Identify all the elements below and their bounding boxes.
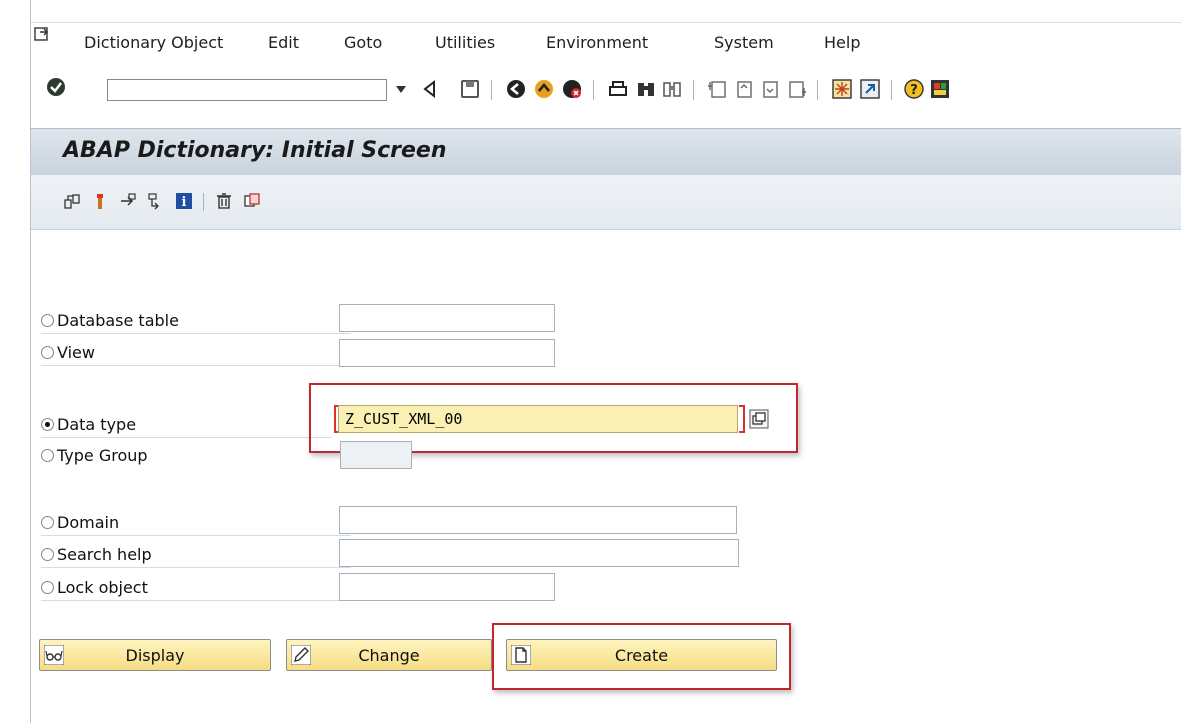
last-page-icon[interactable] (785, 78, 807, 100)
print-icon[interactable] (607, 78, 629, 100)
menu-utilities[interactable]: Utilities (435, 33, 495, 52)
toolbar-separator (891, 80, 892, 100)
page-title: ABAP Dictionary: Initial Screen (63, 138, 447, 163)
radio-database-table[interactable] (41, 313, 54, 327)
label-type-group: Type Group (57, 445, 148, 465)
menu-environment[interactable]: Environment (546, 33, 648, 52)
change-button-label: Change (358, 646, 420, 665)
search-help-field[interactable] (339, 539, 739, 567)
option-database-table[interactable]: Database table (41, 309, 179, 331)
label-data-type: Data type (57, 414, 137, 434)
application-toolbar: i (31, 175, 1181, 230)
option-data-type[interactable]: Data type (41, 413, 136, 435)
toolbar-separator (491, 80, 492, 100)
command-dropdown-icon[interactable] (396, 86, 406, 93)
other-object-icon[interactable] (63, 192, 81, 210)
database-table-field[interactable] (339, 304, 555, 332)
display-button-label: Display (125, 646, 185, 665)
divider (41, 333, 351, 334)
domain-field[interactable] (339, 506, 737, 534)
type-group-field[interactable] (340, 441, 412, 469)
divider (41, 437, 331, 438)
label-view: View (57, 342, 95, 362)
label-search-help: Search help (57, 544, 152, 564)
menu-bar: Dictionary Object Edit Goto Utilities En… (31, 22, 1181, 55)
next-page-icon[interactable] (759, 78, 781, 100)
label-domain: Domain (57, 512, 120, 532)
toolbar-separator (593, 80, 594, 100)
view-field[interactable] (339, 339, 555, 367)
radio-view[interactable] (41, 345, 54, 359)
exit-icon[interactable] (533, 78, 555, 100)
radio-search-help[interactable] (41, 547, 54, 561)
create-highlight-box (492, 623, 791, 690)
option-type-group[interactable]: Type Group (41, 444, 148, 466)
option-search-help[interactable]: Search help (41, 543, 152, 565)
create-session-icon[interactable] (831, 78, 853, 100)
back-arrow-icon[interactable] (419, 78, 441, 100)
change-button[interactable]: Change (286, 639, 492, 671)
toolbar-separator (693, 80, 694, 100)
delete-icon[interactable] (215, 192, 233, 210)
title-bar: ABAP Dictionary: Initial Screen (31, 128, 1181, 176)
svg-text:i: i (182, 195, 187, 210)
layout-icon[interactable] (929, 78, 951, 100)
back-icon[interactable] (505, 78, 527, 100)
menu-help[interactable]: Help (824, 33, 860, 52)
enter-icon[interactable] (45, 76, 67, 98)
toolbar-separator (203, 193, 204, 211)
activate-icon[interactable] (119, 192, 137, 210)
standard-toolbar: ? (31, 58, 1181, 116)
shortcut-icon[interactable] (859, 78, 881, 100)
divider (41, 567, 351, 568)
copy-icon[interactable] (243, 192, 261, 210)
system-menu-icon[interactable] (33, 26, 51, 44)
find-next-icon[interactable] (661, 78, 683, 100)
command-field[interactable] (107, 79, 387, 101)
option-view[interactable]: View (41, 341, 95, 363)
divider (41, 535, 351, 536)
cancel-icon[interactable] (561, 78, 583, 100)
lock-object-field[interactable] (339, 573, 555, 601)
toolbar-separator (817, 80, 818, 100)
menu-system[interactable]: System (714, 33, 774, 52)
save-icon[interactable] (459, 78, 481, 100)
option-domain[interactable]: Domain (41, 511, 119, 533)
divider (41, 600, 351, 601)
svg-text:?: ? (910, 83, 918, 98)
previous-page-icon[interactable] (733, 78, 755, 100)
divider (41, 365, 351, 366)
check-icon[interactable] (91, 192, 109, 210)
find-icon[interactable] (635, 78, 657, 100)
where-used-icon[interactable] (147, 192, 165, 210)
menu-dictionary-object[interactable]: Dictionary Object (84, 33, 223, 52)
information-icon[interactable]: i (175, 192, 193, 210)
help-icon[interactable]: ? (903, 78, 925, 100)
radio-domain[interactable] (41, 515, 54, 529)
option-lock-object[interactable]: Lock object (41, 576, 148, 598)
label-lock-object: Lock object (57, 577, 148, 597)
label-database-table: Database table (57, 310, 179, 330)
display-button[interactable]: Display (39, 639, 271, 671)
radio-type-group[interactable] (41, 448, 54, 462)
radio-data-type[interactable] (41, 417, 54, 431)
radio-lock-object[interactable] (41, 580, 54, 594)
menu-goto[interactable]: Goto (344, 33, 382, 52)
menu-edit[interactable]: Edit (268, 33, 299, 52)
first-page-icon[interactable] (707, 78, 729, 100)
sap-window: Dictionary Object Edit Goto Utilities En… (30, 0, 1181, 723)
